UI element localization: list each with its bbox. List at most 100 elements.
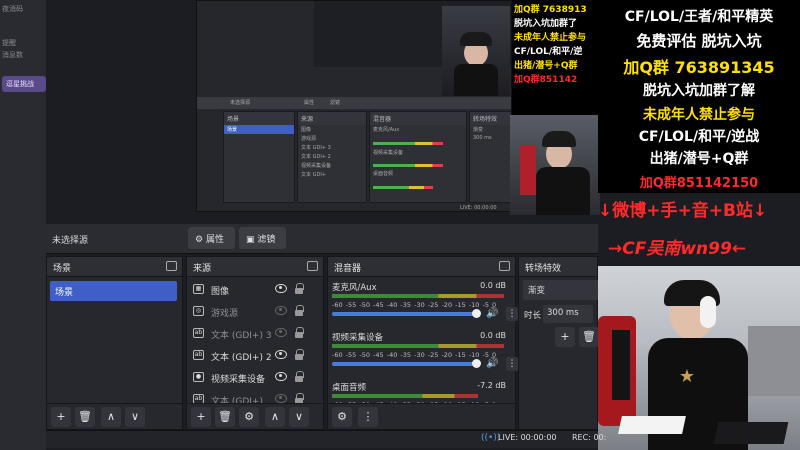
move-down-button[interactable]: ∨ xyxy=(289,407,309,427)
eye-icon[interactable] xyxy=(275,284,287,293)
filters-label: 滤镜 xyxy=(257,235,276,245)
nested-source-row[interactable]: 文本 GDI+ 2 xyxy=(298,152,366,161)
lock-icon[interactable] xyxy=(295,393,304,404)
scene-item-selected[interactable]: 场景 xyxy=(50,281,177,301)
meter-ticks: -60 -55 -50 -45 -40 -35 -30 -25 -20 -15 … xyxy=(332,351,497,359)
add-transition-button[interactable]: + xyxy=(555,327,575,347)
volume-slider-handle[interactable] xyxy=(472,359,481,368)
left-badge[interactable]: 逗星挑战 xyxy=(2,76,46,92)
main-webcam: ★ xyxy=(598,266,800,450)
move-up-button[interactable]: ∧ xyxy=(265,407,285,427)
volume-slider-handle[interactable] xyxy=(472,309,481,318)
nested-mixer-meter xyxy=(373,164,443,167)
remove-transition-button[interactable]: 🗑 xyxy=(579,327,599,347)
nested-scene-item[interactable]: 场景 xyxy=(224,125,294,134)
eye-off-icon[interactable] xyxy=(275,306,287,315)
mixer-settings-button[interactable]: ⚙ xyxy=(332,407,352,427)
eye-icon[interactable] xyxy=(275,372,287,381)
nested-trans-title: 转场特效 xyxy=(470,112,511,125)
undock-icon[interactable] xyxy=(166,261,177,271)
speaker-icon[interactable]: 🔊 xyxy=(486,308,498,319)
lock-icon[interactable] xyxy=(295,283,304,294)
banner-line-5: 未成年人禁止参与 xyxy=(643,107,755,123)
red-overlay-line-2: →CF吴南wn99← xyxy=(608,239,747,259)
source-row-game[interactable]: ◎ 游戏源 xyxy=(191,301,311,323)
small-banner-line: 未成年人禁止参与 xyxy=(514,33,587,43)
left-text-3: 消息数 xyxy=(2,51,23,59)
banner-line-1: CF/LOL/王者/和平精英 xyxy=(624,9,774,25)
banner-line-8: 加Q群851142150 xyxy=(639,176,759,191)
chair-black xyxy=(612,330,630,400)
source-properties-button[interactable]: ⚙ xyxy=(239,407,259,427)
eye-icon[interactable] xyxy=(275,350,287,359)
nested-source-row[interactable]: 文本 GDI+ xyxy=(298,170,366,179)
nested-trans-type[interactable]: 渐变 xyxy=(470,125,511,134)
eye-off-icon[interactable] xyxy=(275,394,287,403)
keyboard-dark xyxy=(713,422,789,444)
nested-mixer-panel: 混音器 麦克风/Aux 视频采集设备 桌面音频 xyxy=(369,111,467,203)
no-source-label: 未选择源 xyxy=(52,236,89,246)
remove-source-button[interactable]: 🗑 xyxy=(215,407,235,427)
source-row-text3[interactable]: ab 文本 (GDI+) 3 xyxy=(191,323,311,345)
volume-slider[interactable] xyxy=(332,312,480,316)
undock-icon[interactable] xyxy=(499,261,510,271)
properties-button[interactable]: ⚙ 属性 xyxy=(188,227,235,249)
volume-slider[interactable] xyxy=(332,362,480,366)
nested-source-row[interactable]: 游戏源 xyxy=(298,134,366,143)
move-up-button[interactable]: ∧ xyxy=(101,407,121,427)
add-source-button[interactable]: + xyxy=(191,407,211,427)
sources-footer: + 🗑 ⚙ ∧ ∨ xyxy=(187,403,323,429)
add-scene-button[interactable]: + xyxy=(51,407,71,427)
filter-icon: ▣ xyxy=(246,235,255,245)
properties-label: 属性 xyxy=(205,235,224,245)
nested-filter-button[interactable]: 滤镜 xyxy=(327,98,343,107)
nested-mixer-title: 混音器 xyxy=(370,112,466,125)
lock-icon[interactable] xyxy=(295,371,304,382)
mixer-channel-video: 视频采集设备 0.0 dB -60 -55 -50 -45 -40 -35 -3… xyxy=(328,331,518,381)
sources-title: 来源 xyxy=(193,264,212,274)
small-banner: 加Q群 7638913 脱坑入坑加群了 未成年人禁止参与 CF/LOL/和平/逆… xyxy=(512,0,600,115)
nested-duration[interactable]: 300 ms xyxy=(470,134,511,142)
lock-icon[interactable] xyxy=(295,327,304,338)
filters-button[interactable]: ▣ 滤镜 xyxy=(239,227,286,249)
source-row-text2[interactable]: ab 文本 (GDI+) 2 xyxy=(191,345,311,367)
source-row-video[interactable]: ● 视频采集设备 xyxy=(191,367,311,389)
keyboard xyxy=(618,416,686,434)
left-sidebar-strip: 夜消码 提醒 消息数 xyxy=(0,0,46,450)
nested-toolbar: 未选择源 属性 滤镜 xyxy=(197,97,511,109)
transitions-dock: 转场特效 渐变 时长 300 ms + 🗑 xyxy=(518,256,606,430)
move-down-button[interactable]: ∨ xyxy=(125,407,145,427)
nested-source-row[interactable]: 文本 GDI+ 3 xyxy=(298,143,366,152)
lock-icon[interactable] xyxy=(295,305,304,316)
eye-off-icon[interactable] xyxy=(275,328,287,337)
volume-meter xyxy=(332,344,504,348)
channel-name: 视频采集设备 xyxy=(332,333,384,343)
scenes-header: 场景 xyxy=(47,257,182,277)
channel-menu-button[interactable]: ⋮ xyxy=(506,357,518,371)
lock-icon[interactable] xyxy=(295,349,304,360)
duration-input[interactable]: 300 ms xyxy=(543,305,593,323)
remove-scene-button[interactable]: 🗑 xyxy=(75,407,95,427)
small-banner-line: 出猪/潜号+Q群 xyxy=(514,61,578,71)
mixer-title: 混音器 xyxy=(334,264,362,274)
nested-mixer-meter xyxy=(373,186,433,189)
mixer-menu-button[interactable]: ⋮ xyxy=(358,407,378,427)
gear-icon: ⚙ xyxy=(337,410,347,423)
channel-menu-button[interactable]: ⋮ xyxy=(506,307,518,321)
nested-props-button[interactable]: 属性 xyxy=(301,98,317,107)
mixer-channel-mic: 麦克风/Aux 0.0 dB -60 -55 -50 -45 -40 -35 -… xyxy=(328,281,518,331)
channel-name: 桌面音频 xyxy=(332,383,367,393)
nested-source-row[interactable]: 图像 xyxy=(298,125,366,134)
transition-type-select[interactable]: 渐变 xyxy=(523,280,606,300)
nested-source-row[interactable]: 视频采集设备 xyxy=(298,161,366,170)
background-furniture xyxy=(748,326,800,396)
source-row-image[interactable]: ▦ 图像 xyxy=(191,279,311,301)
undock-icon[interactable] xyxy=(307,261,318,271)
nested-live: LIVE: 00:00:00 xyxy=(460,205,497,211)
nested-sources-panel: 来源 图像 游戏源 文本 GDI+ 3 文本 GDI+ 2 视频采集设备 文本 … xyxy=(297,111,367,203)
small-banner-line: CF/LOL/和平/逆 xyxy=(514,47,583,57)
speaker-icon[interactable]: 🔊 xyxy=(486,358,498,369)
transitions-title: 转场特效 xyxy=(525,264,562,274)
volume-meter xyxy=(332,394,478,398)
text-icon: ab xyxy=(193,328,204,338)
